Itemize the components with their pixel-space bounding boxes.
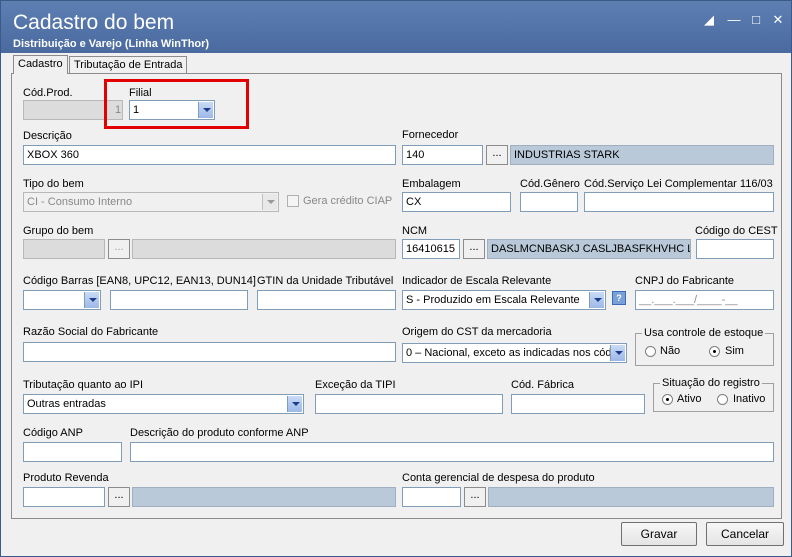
- tipo-bem-label: Tipo do bem: [23, 178, 84, 190]
- codigo-anp-label: Código ANP: [23, 427, 83, 439]
- chevron-down-icon[interactable]: [84, 292, 99, 308]
- codigo-barras-label: Código Barras [EAN8, UPC12, EAN13, DUN14…: [23, 275, 256, 287]
- codigo-barras-type-select[interactable]: [23, 290, 101, 310]
- cod-genero-input[interactable]: [520, 192, 578, 212]
- fornecedor-label: Fornecedor: [402, 129, 459, 141]
- razao-social-label: Razão Social do Fabricante: [23, 326, 159, 338]
- indicador-escala-label: Indicador de Escala Relevante: [402, 275, 552, 287]
- conta-gerencial-name-field: [488, 487, 774, 507]
- cod-servico-label: Cód.Serviço Lei Complementar 116/03: [584, 178, 773, 190]
- situacao-title: Situação do registro: [660, 377, 762, 389]
- window-title: Cadastro do bem: [13, 11, 175, 34]
- title-bar: Cadastro do bem Distribuição e Varejo (L…: [1, 1, 791, 53]
- descricao-label: Descrição: [23, 130, 72, 142]
- edit-icon[interactable]: ◢: [701, 13, 717, 27]
- conta-gerencial-label: Conta gerencial de despesa do produto: [402, 472, 595, 484]
- ncm-desc-field: DASLMCNBASKJ CASLJBASFKHVHC LASNV: [487, 239, 691, 259]
- descricao-anp-input[interactable]: [130, 442, 774, 462]
- codigo-cest-label: Código do CEST: [695, 225, 778, 237]
- fornecedor-lookup-button[interactable]: ...: [486, 145, 508, 165]
- cancel-button[interactable]: Cancelar: [706, 522, 784, 546]
- chevron-down-icon[interactable]: [589, 292, 604, 308]
- descricao-input[interactable]: XBOX 360: [23, 145, 396, 165]
- origem-cst-select[interactable]: 0 – Nacional, exceto as indicadas nos có…: [402, 343, 627, 363]
- situacao-group: Situação do registro Ativo Inativo: [653, 377, 774, 412]
- chevron-down-icon[interactable]: [262, 194, 277, 210]
- window-subtitle: Distribuição e Varejo (Linha WinThor): [13, 38, 210, 50]
- tab-tributacao-entrada[interactable]: Tributação de Entrada: [69, 56, 188, 74]
- razao-social-input[interactable]: [23, 342, 396, 362]
- indicador-escala-select[interactable]: S - Produzido em Escala Relevante: [402, 290, 606, 310]
- cod-prod-label: Cód.Prod.: [23, 87, 73, 99]
- produto-revenda-code-input[interactable]: [23, 487, 105, 507]
- fornecedor-name-field: INDUSTRIAS STARK: [510, 145, 774, 165]
- embalagem-input[interactable]: CX: [402, 192, 511, 212]
- excecao-tipi-label: Exceção da TIPI: [315, 379, 396, 391]
- ncm-code-input[interactable]: 16410615: [402, 239, 460, 259]
- controle-estoque-group: Usa controle de estoque Não Sim: [635, 327, 774, 366]
- maximize-icon[interactable]: □: [748, 13, 764, 27]
- grupo-bem-label: Grupo do bem: [23, 225, 94, 237]
- controle-estoque-nao-radio[interactable]: [645, 346, 656, 357]
- indicador-escala-value: S - Produzido em Escala Relevante: [406, 294, 580, 306]
- cnpj-input[interactable]: __.___.___/____-__: [635, 290, 774, 310]
- highlight-box: [104, 79, 249, 129]
- tipo-bem-select[interactable]: CI - Consumo Interno: [23, 192, 279, 212]
- cod-genero-label: Cód.Gênero: [520, 178, 580, 190]
- controle-estoque-title: Usa controle de estoque: [642, 327, 766, 339]
- cadastro-window: Cadastro do bem Distribuição e Varejo (L…: [0, 0, 792, 557]
- grupo-bem-lookup-button[interactable]: ...: [108, 239, 130, 259]
- ncm-label: NCM: [402, 225, 428, 237]
- tributacao-ipi-label: Tributação quanto ao IPI: [23, 379, 144, 391]
- produto-revenda-label: Produto Revenda: [23, 472, 109, 484]
- fornecedor-code-input[interactable]: 140: [402, 145, 483, 165]
- excecao-tipi-input[interactable]: [315, 394, 503, 414]
- controle-estoque-sim-radio[interactable]: [709, 346, 720, 357]
- help-icon[interactable]: ?: [612, 291, 626, 305]
- conta-gerencial-lookup-button[interactable]: ...: [464, 487, 486, 507]
- tributacao-ipi-select[interactable]: Outras entradas: [23, 394, 304, 414]
- grupo-bem-name-field: [132, 239, 396, 259]
- minimize-icon[interactable]: —: [726, 13, 742, 27]
- grupo-bem-code-field: [23, 239, 105, 259]
- codigo-barras-input[interactable]: [110, 290, 248, 310]
- produto-revenda-name-field: [132, 487, 396, 507]
- produto-revenda-lookup-button[interactable]: ...: [108, 487, 130, 507]
- tab-cadastro[interactable]: Cadastro: [13, 55, 68, 74]
- gera-credito-checkbox[interactable]: [287, 195, 299, 207]
- controle-estoque-sim-label: Sim: [725, 345, 744, 357]
- origem-cst-label: Origem do CST da mercadoria: [402, 326, 552, 338]
- embalagem-label: Embalagem: [402, 178, 461, 190]
- chevron-down-icon[interactable]: [610, 345, 625, 361]
- cnpj-label: CNPJ do Fabricante: [635, 275, 735, 287]
- cod-servico-input[interactable]: [584, 192, 774, 212]
- chevron-down-icon[interactable]: [287, 396, 302, 412]
- gera-credito-label: Gera crédito CIAP: [303, 195, 393, 207]
- cod-fabrica-label: Cód. Fábrica: [511, 379, 574, 391]
- origem-cst-value: 0 – Nacional, exceto as indicadas nos có…: [406, 347, 621, 359]
- situacao-ativo-label: Ativo: [677, 393, 702, 405]
- tributacao-ipi-value: Outras entradas: [27, 398, 106, 410]
- controle-estoque-nao-label: Não: [660, 345, 681, 357]
- situacao-inativo-radio[interactable]: [717, 394, 728, 405]
- tipo-bem-value: CI - Consumo Interno: [27, 196, 133, 208]
- gtin-input[interactable]: [257, 290, 396, 310]
- cod-fabrica-input[interactable]: [511, 394, 645, 414]
- situacao-ativo-radio[interactable]: [662, 394, 673, 405]
- save-button[interactable]: Gravar: [621, 522, 697, 546]
- situacao-inativo-label: Inativo: [733, 393, 766, 405]
- codigo-anp-input[interactable]: [23, 442, 122, 462]
- gtin-label: GTIN da Unidade Tributável: [257, 275, 394, 287]
- conta-gerencial-code-input[interactable]: [402, 487, 461, 507]
- descricao-anp-label: Descrição do produto conforme ANP: [130, 427, 309, 439]
- close-icon[interactable]: ✕: [770, 13, 786, 27]
- ncm-lookup-button[interactable]: ...: [463, 239, 485, 259]
- codigo-cest-input[interactable]: [696, 239, 774, 259]
